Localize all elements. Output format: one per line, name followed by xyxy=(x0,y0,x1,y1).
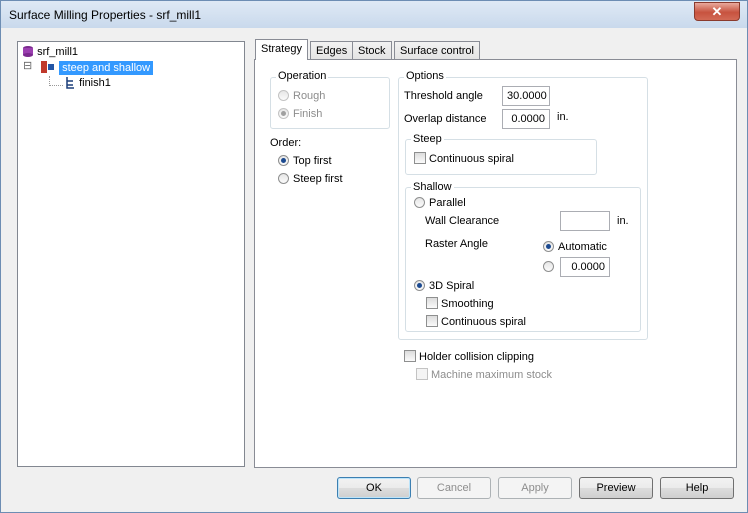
tab-surface-control[interactable]: Surface control xyxy=(394,41,480,60)
apply-button[interactable]: Apply xyxy=(498,477,572,499)
tab-label: Surface control xyxy=(400,45,474,57)
overlap-input[interactable]: 0.0000 xyxy=(502,109,550,129)
machine-max-stock-checkbox[interactable] xyxy=(416,368,428,380)
close-button[interactable]: ✕ xyxy=(694,2,740,21)
top-first-label: Top first xyxy=(293,155,332,167)
ok-button[interactable]: OK xyxy=(337,477,411,499)
steep-first-label: Steep first xyxy=(293,173,343,185)
wall-clearance-label: Wall Clearance xyxy=(425,215,500,227)
database-icon xyxy=(23,46,33,57)
raster-value-radio[interactable] xyxy=(543,261,554,272)
collapse-icon[interactable]: ⊟ xyxy=(23,59,32,72)
holder-clipping-label: Holder collision clipping xyxy=(419,351,534,363)
overlap-label: Overlap distance xyxy=(404,113,487,125)
tab-label: Strategy xyxy=(261,43,302,55)
tree-child-label: steep and shallow xyxy=(59,61,154,75)
finish-label: Finish xyxy=(293,108,323,120)
preview-button[interactable]: Preview xyxy=(579,477,653,499)
order-title: Order: xyxy=(270,137,302,149)
machine-max-stock-label: Machine maximum stock xyxy=(431,369,553,381)
steep-continuous-spiral-checkbox[interactable] xyxy=(414,152,426,164)
tree-node-root[interactable]: srf_mill1 xyxy=(22,45,78,58)
raster-angle-label: Raster Angle xyxy=(425,238,488,250)
tree-connector-h xyxy=(49,85,63,86)
rough-radio[interactable] xyxy=(278,90,289,101)
toolpath-icon xyxy=(66,77,74,89)
steep-first-radio[interactable] xyxy=(278,173,289,184)
tab-edges[interactable]: Edges xyxy=(310,41,354,60)
spiral-3d-radio[interactable] xyxy=(414,280,425,291)
tab-label: Stock xyxy=(358,45,386,57)
wall-clearance-input[interactable] xyxy=(560,211,610,231)
operation-tree[interactable]: srf_mill1 ⊟ steep and shallow finish1 xyxy=(17,41,245,467)
operation-title: Operation xyxy=(276,70,329,82)
cancel-button[interactable]: Cancel xyxy=(417,477,491,499)
tree-root-label: srf_mill1 xyxy=(37,46,79,58)
tree-node-finish1[interactable]: finish1 xyxy=(64,76,111,89)
tab-strategy[interactable]: Strategy xyxy=(255,39,308,60)
steep-title: Steep xyxy=(411,133,444,145)
tree-node-steep-shallow[interactable]: steep and shallow xyxy=(40,60,154,75)
tree-grandchild-label: finish1 xyxy=(79,77,111,89)
dialog-window: Surface Milling Properties - srf_mill1 ✕… xyxy=(0,0,748,513)
raster-angle-input[interactable]: 0.0000 xyxy=(560,257,610,277)
shallow-title: Shallow xyxy=(411,181,454,193)
spiral-3d-label: 3D Spiral xyxy=(429,280,475,292)
close-icon: ✕ xyxy=(711,4,723,19)
parallel-label: Parallel xyxy=(429,197,466,209)
steep-continuous-spiral-label: Continuous spiral xyxy=(429,153,514,165)
help-button[interactable]: Help xyxy=(660,477,734,499)
threshold-label: Threshold angle xyxy=(404,90,483,102)
raster-automatic-label: Automatic xyxy=(558,241,607,253)
shallow-continuous-spiral-label: Continuous spiral xyxy=(441,316,526,328)
operation-icon xyxy=(41,61,54,73)
holder-clipping-checkbox[interactable] xyxy=(404,350,416,362)
threshold-input[interactable]: 30.0000 xyxy=(502,86,550,106)
tab-label: Edges xyxy=(316,45,348,57)
raster-automatic-radio[interactable] xyxy=(543,241,554,252)
smoothing-label: Smoothing xyxy=(441,298,494,310)
title-bar[interactable]: Surface Milling Properties - srf_mill1 ✕ xyxy=(1,1,747,28)
window-title: Surface Milling Properties - srf_mill1 xyxy=(9,8,202,22)
smoothing-checkbox[interactable] xyxy=(426,297,438,309)
wall-clearance-unit: in. xyxy=(617,215,629,227)
operation-group xyxy=(270,77,390,129)
shallow-continuous-spiral-checkbox[interactable] xyxy=(426,315,438,327)
parallel-radio[interactable] xyxy=(414,197,425,208)
top-first-radio[interactable] xyxy=(278,155,289,166)
overlap-unit: in. xyxy=(557,111,569,123)
options-title: Options xyxy=(404,70,446,82)
finish-radio[interactable] xyxy=(278,108,289,119)
tab-stock[interactable]: Stock xyxy=(352,41,392,60)
rough-label: Rough xyxy=(293,90,326,102)
